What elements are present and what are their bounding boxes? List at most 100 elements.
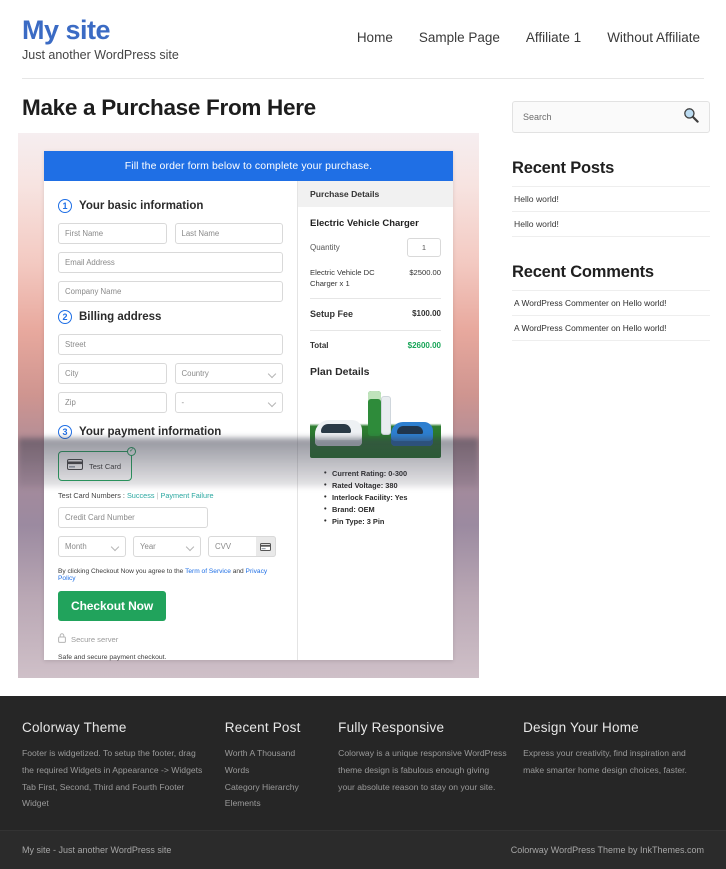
terms-text: By clicking Checkout Now you agree to th… xyxy=(58,568,283,582)
search-input[interactable]: Search xyxy=(523,112,552,122)
footer-column-recent-post: Recent Post Worth A Thousand Words Categ… xyxy=(225,720,338,812)
cvv-card-icon xyxy=(256,536,276,557)
total-label: Total xyxy=(310,341,329,351)
terms-mid: and xyxy=(230,568,246,575)
footer-column-title: Design Your Home xyxy=(523,720,639,735)
site-header: My site Just another WordPress site Home… xyxy=(0,0,726,78)
zip-input[interactable]: Zip xyxy=(58,392,167,413)
footer-recent-post-list: Worth A Thousand Words Category Hierarch… xyxy=(225,745,322,812)
site-branding: My site Just another WordPress site xyxy=(22,14,179,63)
site-footer: Colorway Theme Footer is widgetized. To … xyxy=(0,696,726,830)
recent-post-item[interactable]: Hello world! xyxy=(512,187,710,212)
summary-divider-2 xyxy=(310,330,441,332)
spec-item: Rated Voltage: 380 xyxy=(324,479,441,492)
product-name: Electric Vehicle Charger xyxy=(310,218,419,229)
company-name-input[interactable]: Company Name xyxy=(58,281,283,302)
blue-car xyxy=(391,422,434,447)
plan-details-title: Plan Details xyxy=(310,365,370,378)
street-input[interactable]: Street xyxy=(58,334,283,355)
test-card-failure-link[interactable]: Payment Failure xyxy=(160,491,213,500)
step-1-header: 1 Your basic information xyxy=(58,199,283,213)
footer-column-title: Colorway Theme xyxy=(22,720,127,735)
footer-site-credit: My site - Just another WordPress site xyxy=(22,845,172,855)
footer-theme-credit[interactable]: Colorway WordPress Theme by InkThemes.co… xyxy=(511,845,704,855)
step-1-number: 1 xyxy=(58,199,72,213)
step-3-number: 3 xyxy=(58,425,72,439)
selected-check-icon: ✓ xyxy=(127,447,137,456)
nav-item-without-affiliate[interactable]: Without Affiliate xyxy=(607,30,700,45)
summary-divider xyxy=(310,298,441,299)
order-form-banner: Fill the order form below to complete yo… xyxy=(44,151,453,181)
line-item-charger: Electric Vehicle DC Charger x 1 $2500.00 xyxy=(310,267,441,289)
white-car xyxy=(315,420,363,447)
expiry-cvv-row: Month Year CVV xyxy=(58,536,283,557)
recent-comment-item[interactable]: A WordPress Commenter on Hello world! xyxy=(512,291,710,316)
footer-column-text: Colorway is a unique responsive WordPres… xyxy=(338,748,507,792)
nav-item-affiliate-1[interactable]: Affiliate 1 xyxy=(526,30,581,45)
recent-comment-item[interactable]: A WordPress Commenter on Hello world! xyxy=(512,316,710,341)
step-3-header: 3 Your payment information xyxy=(58,425,283,439)
footer-post-item[interactable]: Category Hierarchy xyxy=(225,779,322,796)
terms-of-service-link[interactable]: Term of Service xyxy=(185,568,231,575)
step-2-number: 2 xyxy=(58,310,72,324)
search-widget[interactable]: Search xyxy=(512,101,710,133)
recent-comments-title: Recent Comments xyxy=(512,263,654,281)
footer-column-title: Recent Post xyxy=(224,720,301,735)
footer-column-design-your-home: Design Your Home Express your creativity… xyxy=(523,720,704,812)
sidebar: Search Recent Posts Hello world! Hello w… xyxy=(500,79,726,678)
recent-posts-title: Recent Posts xyxy=(512,159,615,177)
city-input[interactable]: City xyxy=(58,363,167,384)
cvv-field-wrapper: CVV xyxy=(208,536,276,557)
plan-spec-list: Current Rating: 0-300 Rated Voltage: 380… xyxy=(324,467,441,528)
expiry-year-select[interactable]: Year xyxy=(133,536,201,557)
footer-bottom-bar: My site - Just another WordPress site Co… xyxy=(0,830,726,869)
order-form-card: Fill the order form below to complete yo… xyxy=(44,151,453,661)
recent-comments-list: A WordPress Commenter on Hello world! A … xyxy=(512,290,710,341)
country-select[interactable]: Country xyxy=(174,363,283,384)
test-card-payment-option[interactable]: Test Card ✓ xyxy=(58,447,137,481)
site-title[interactable]: My site xyxy=(22,16,179,45)
nav-item-home[interactable]: Home xyxy=(357,30,393,45)
step-3-label: Your payment information xyxy=(79,426,222,438)
quantity-row: Quantity 1 xyxy=(310,238,441,257)
total-amount: $2600.00 xyxy=(407,341,441,351)
test-card-success-link[interactable]: Success xyxy=(127,491,155,500)
footer-column-title: Fully Responsive xyxy=(338,720,445,735)
line-item-name: Electric Vehicle DC Charger x 1 xyxy=(310,268,375,288)
page-title: Make a Purchase From Here xyxy=(22,95,316,120)
quantity-input[interactable]: 1 xyxy=(407,238,441,257)
nav-item-sample-page[interactable]: Sample Page xyxy=(419,30,500,45)
purchase-summary-panel: Purchase Details Electric Vehicle Charge… xyxy=(297,181,453,660)
spec-item: Brand: OEM xyxy=(324,503,441,516)
hero-background-image: Fill the order form below to complete yo… xyxy=(18,133,479,678)
step-1-label: Your basic information xyxy=(79,200,204,212)
checkout-now-button[interactable]: Checkout Now xyxy=(58,591,167,621)
footer-column-text: Express your creativity, find inspiratio… xyxy=(523,748,687,775)
terms-prefix: By clicking Checkout Now you agree to th… xyxy=(58,568,186,575)
main-column: Make a Purchase From Here Fill the order… xyxy=(0,79,500,678)
first-name-input[interactable]: First Name xyxy=(58,223,167,244)
quantity-label: Quantity xyxy=(310,243,340,252)
expiry-month-select[interactable]: Month xyxy=(58,536,126,557)
last-name-input[interactable]: Last Name xyxy=(174,223,283,244)
footer-post-item[interactable]: Elements xyxy=(225,795,322,812)
footer-post-item[interactable]: Worth A Thousand Words xyxy=(225,745,322,779)
email-address-input[interactable]: Email Address xyxy=(58,252,283,273)
spec-item: Interlock Facility: Yes xyxy=(324,491,441,504)
search-icon[interactable] xyxy=(683,107,699,128)
step-2-label: Billing address xyxy=(79,311,162,323)
line-item-setup-fee: Setup Fee $100.00 xyxy=(310,308,441,321)
state-select[interactable]: - xyxy=(174,392,283,413)
footer-column-fully-responsive: Fully Responsive Colorway is a unique re… xyxy=(338,720,523,812)
recent-post-item[interactable]: Hello world! xyxy=(512,212,710,237)
page-content: Make a Purchase From Here Fill the order… xyxy=(0,79,726,678)
main-navigation: Home Sample Page Affiliate 1 Without Aff… xyxy=(357,14,704,45)
secure-checkout-note: Safe and secure payment checkout. xyxy=(58,654,167,661)
lock-icon xyxy=(58,630,66,648)
test-card-numbers-line: Test Card Numbers : Success | Payment Fa… xyxy=(58,491,283,500)
site-tagline: Just another WordPress site xyxy=(22,48,179,63)
line-item-total: Total $2600.00 xyxy=(310,340,441,352)
spec-item: Current Rating: 0-300 xyxy=(324,467,441,480)
line-item-amount: $2500.00 xyxy=(409,268,441,277)
credit-card-number-input[interactable]: Credit Card Number xyxy=(58,507,208,528)
